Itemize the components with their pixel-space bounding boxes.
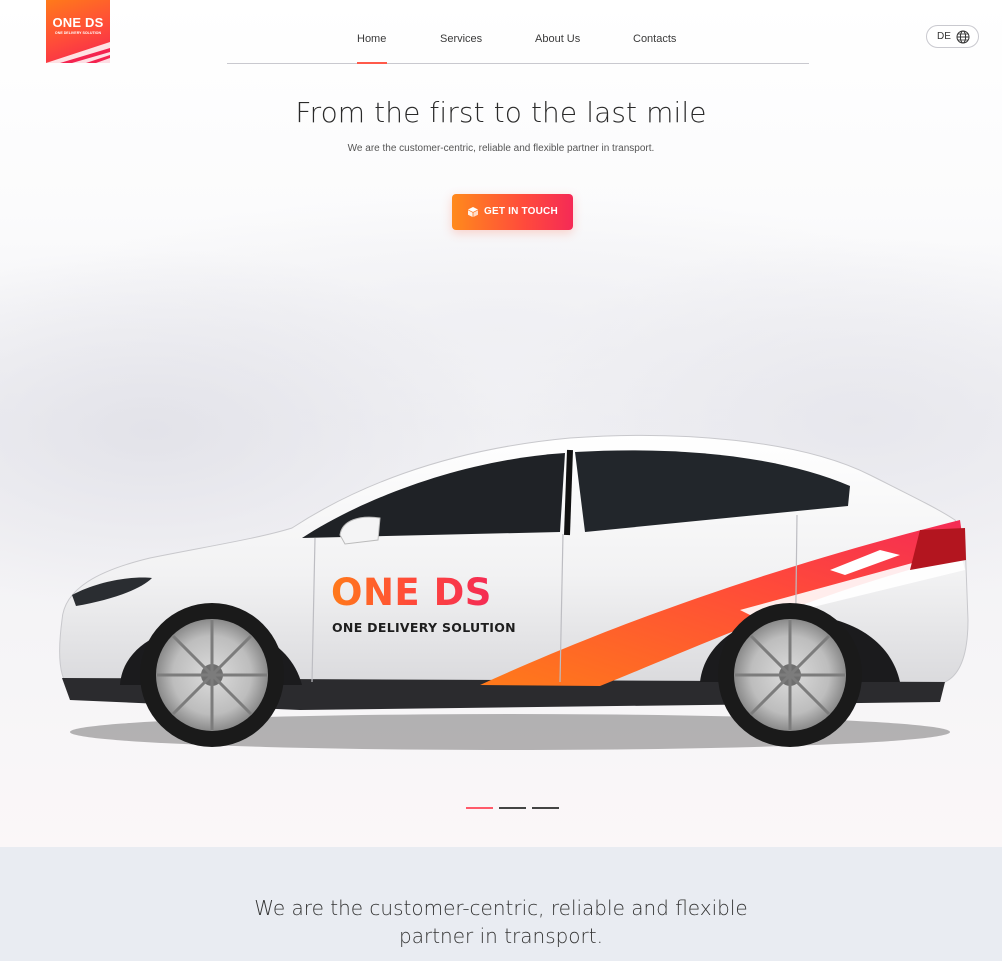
hero-subline: We are the customer-centric, reliable an… [347, 143, 655, 154]
about-text: We are the customer-centric, reliable an… [254, 896, 748, 948]
language-switcher[interactable]: DE [926, 25, 979, 48]
nav-item-contacts[interactable]: Contacts [633, 33, 676, 45]
carousel-dot-1[interactable] [466, 807, 493, 809]
globe-icon [956, 30, 970, 44]
nav-active-indicator [357, 62, 387, 64]
hero-headline: From the first to the last mile [295, 96, 707, 129]
logo[interactable]: ONE DS ONE DELIVERY SOLUTION [46, 0, 110, 63]
logo-subtitle: ONE DELIVERY SOLUTION [54, 31, 102, 35]
carousel-dot-2[interactable] [499, 807, 526, 809]
box-icon [468, 207, 478, 217]
get-in-touch-label: GET IN TOUCH [484, 206, 558, 217]
about-section: We are the customer-centric, reliable an… [0, 847, 1002, 961]
delivery-car-image [59, 434, 969, 750]
nav-item-home[interactable]: Home [357, 33, 386, 45]
car-brand-tagline: ONE DELIVERY SOLUTION [332, 620, 516, 635]
language-label: DE [937, 31, 951, 42]
nav-item-services[interactable]: Services [440, 33, 482, 45]
car-brand-logo: ONE DS [331, 571, 492, 614]
logo-title: ONE DS [52, 15, 104, 30]
nav-item-about-us[interactable]: About Us [535, 33, 580, 45]
logo-swoosh-icon [46, 42, 110, 63]
main-nav: Home Services About Us Contacts [227, 20, 809, 64]
get-in-touch-button[interactable]: GET IN TOUCH [452, 194, 573, 230]
carousel-dot-3[interactable] [532, 807, 559, 809]
